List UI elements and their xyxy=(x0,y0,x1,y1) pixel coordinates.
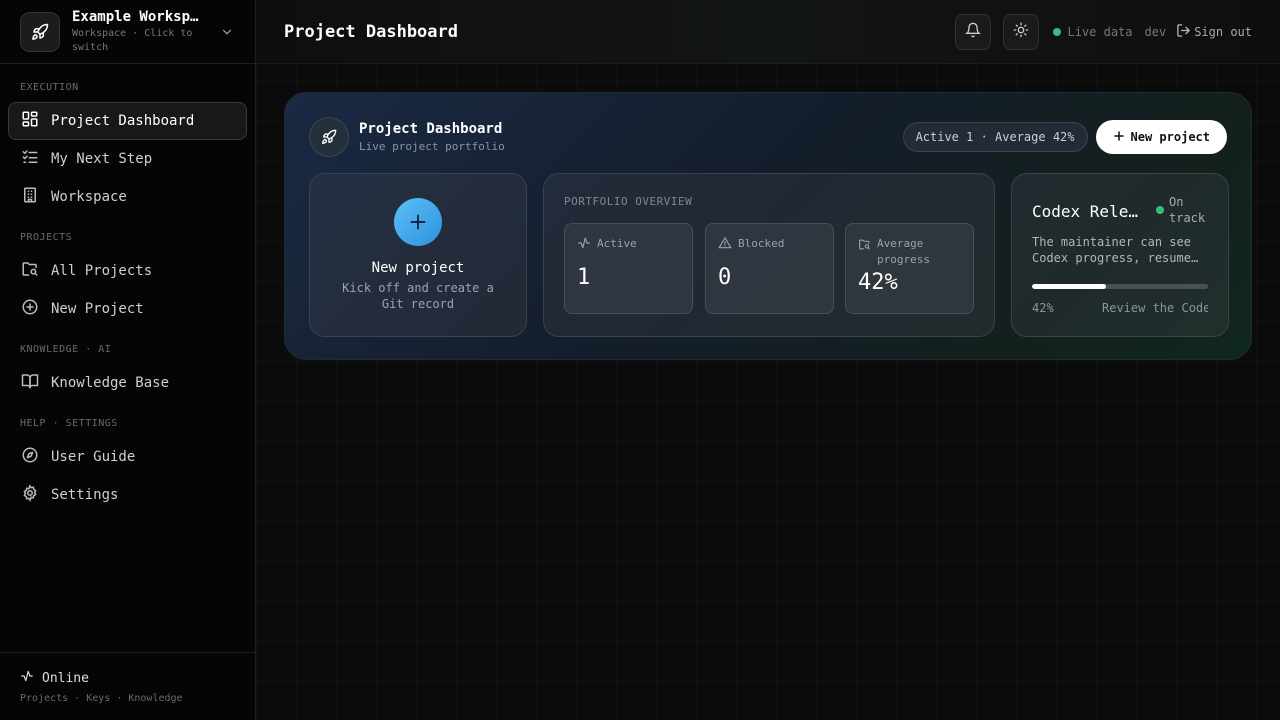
plus-circle-icon xyxy=(21,298,39,320)
project-status-label: On track xyxy=(1169,195,1206,225)
new-project-card-title: New project xyxy=(371,260,465,276)
sidebar-item-label: User Guide xyxy=(51,449,136,465)
sidebar-item-label: Workspace xyxy=(51,189,127,205)
stat-label: Average progress xyxy=(877,237,930,266)
plus-icon xyxy=(1113,130,1125,145)
stat-value: 42% xyxy=(858,270,898,295)
project-description: The maintainer can see Codex progress, r… xyxy=(1032,235,1199,265)
project-progress-fill xyxy=(1032,284,1106,289)
stat-active: Active 1 xyxy=(564,223,693,314)
sidebar-item-all-projects[interactable]: All Projects xyxy=(8,252,247,290)
portfolio-overview-card: PORTFOLIO OVERVIEW Active 1 Blocked 0 Av… xyxy=(543,173,995,337)
compass-icon xyxy=(21,446,39,468)
new-project-card-subtitle: Kick off and create a Git record xyxy=(342,281,494,311)
theme-toggle-button[interactable] xyxy=(1003,13,1040,50)
sidebar-item-label: Knowledge Base xyxy=(51,375,170,391)
logout-icon xyxy=(1176,23,1191,41)
book-icon xyxy=(21,372,39,394)
activity-icon xyxy=(577,236,591,255)
nav-section-label: PROJECTS xyxy=(20,232,73,243)
sidebar-item-label: New Project xyxy=(51,301,144,317)
workspace-switcher[interactable]: Example Worksp… Workspace · Click to swi… xyxy=(0,0,255,64)
building-icon xyxy=(21,186,39,208)
checklist-icon xyxy=(21,148,39,170)
project-status-badge: On track xyxy=(1156,194,1208,226)
project-next-step: Review the Codex xyxy=(1102,301,1208,315)
plus-icon xyxy=(394,198,442,246)
sidebar-item-settings[interactable]: Settings xyxy=(8,476,247,514)
chevron-down-icon[interactable] xyxy=(219,25,235,39)
main-content: Project Dashboard Live data dev Sign out… xyxy=(256,0,1280,720)
hero-subtitle: Live project portfolio xyxy=(359,140,505,153)
live-dot xyxy=(1053,27,1062,36)
new-project-button[interactable]: New project xyxy=(1095,120,1227,154)
folder-search-icon xyxy=(858,238,871,256)
live-data-indicator: Live data xyxy=(1053,24,1133,39)
stat-label: Blocked xyxy=(738,237,785,250)
gear-icon xyxy=(21,484,39,506)
sidebar-item-label: All Projects xyxy=(51,263,153,279)
env-badge: dev xyxy=(1144,24,1167,39)
sidebar-item-label: My Next Step xyxy=(51,151,153,167)
sidebar-item-knowledge-base[interactable]: Knowledge Base xyxy=(8,364,247,402)
overview-label: PORTFOLIO OVERVIEW xyxy=(564,195,693,208)
stat-average-progress: Average progress 42% xyxy=(845,223,974,314)
project-progress-label: 42% xyxy=(1032,301,1054,315)
rocket-icon xyxy=(20,11,60,52)
stat-value: 0 xyxy=(718,265,732,290)
project-name: Codex Release xyxy=(1032,202,1144,221)
nav-section-label: EXECUTION xyxy=(20,82,79,93)
sidebar-footer: Online Projects · Keys · Knowledge xyxy=(0,652,255,720)
sidebar-item-workspace[interactable]: Workspace xyxy=(8,178,247,216)
dashboard-hero-panel: Project Dashboard Live project portfolio… xyxy=(284,92,1252,360)
sidebar-item-label: Settings xyxy=(51,487,119,503)
rocket-icon xyxy=(309,117,349,157)
topbar: Project Dashboard Live data dev Sign out xyxy=(256,0,1280,64)
sidebar-item-label: Project Dashboard xyxy=(51,113,195,129)
activity-icon xyxy=(20,669,34,687)
nav-section-label: HELP · SETTINGS xyxy=(20,418,118,429)
portfolio-summary-badge: Active 1 · Average 42% xyxy=(902,122,1088,152)
folder-search-icon xyxy=(21,260,39,282)
sign-out-button[interactable]: Sign out xyxy=(1176,23,1252,41)
stat-blocked: Blocked 0 xyxy=(705,223,834,314)
project-card[interactable]: Codex Release On track The maintainer ca… xyxy=(1011,173,1229,337)
new-project-card[interactable]: New project Kick off and create a Git re… xyxy=(309,173,527,337)
warning-icon xyxy=(718,236,732,255)
workspace-subtitle: Workspace · Click to switch xyxy=(72,27,193,53)
sidebar-nav: EXECUTION Project Dashboard My Next Step… xyxy=(0,64,255,652)
connection-status: Online xyxy=(42,670,89,686)
sign-out-label: Sign out xyxy=(1194,24,1252,39)
sidebar-item-new-project[interactable]: New Project xyxy=(8,290,247,328)
stat-value: 1 xyxy=(577,265,591,290)
bell-icon xyxy=(965,22,982,42)
sidebar: Example Worksp… Workspace · Click to swi… xyxy=(0,0,256,720)
footer-subtitle: Projects · Keys · Knowledge xyxy=(20,693,183,704)
nav-section-label: KNOWLEDGE · AI xyxy=(20,344,112,355)
sidebar-item-user-guide[interactable]: User Guide xyxy=(8,438,247,476)
hero-title: Project Dashboard xyxy=(359,121,503,137)
workspace-name: Example Worksp… xyxy=(72,8,199,25)
page-title: Project Dashboard xyxy=(284,21,458,42)
sidebar-item-my-next-step[interactable]: My Next Step xyxy=(8,140,247,178)
stat-label: Active xyxy=(597,237,637,250)
new-project-label: New project xyxy=(1130,130,1210,144)
live-label: Live data xyxy=(1067,24,1133,39)
dashboard-icon xyxy=(21,110,39,132)
project-progress-bar xyxy=(1032,284,1208,289)
sun-icon xyxy=(1013,22,1029,42)
sidebar-item-project-dashboard[interactable]: Project Dashboard xyxy=(8,102,247,140)
notifications-button[interactable] xyxy=(955,13,992,50)
status-dot xyxy=(1156,206,1164,214)
